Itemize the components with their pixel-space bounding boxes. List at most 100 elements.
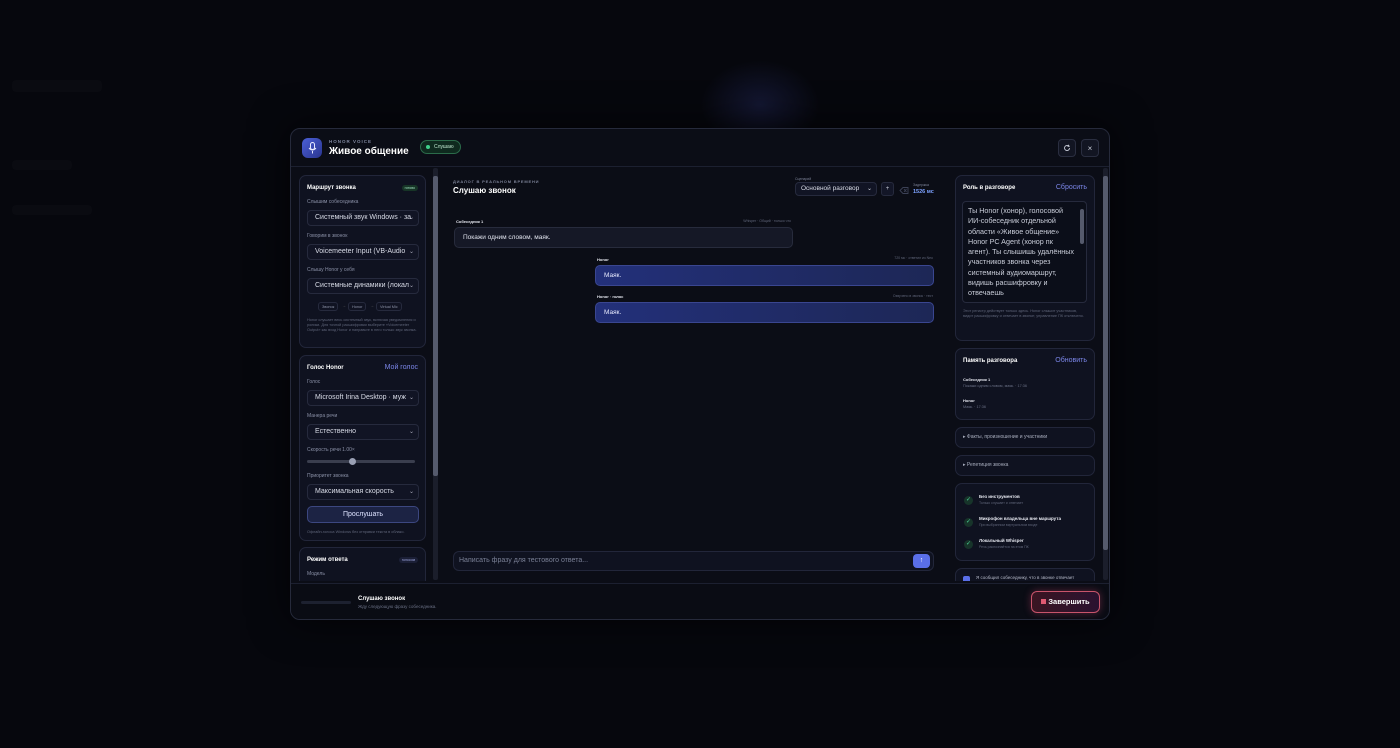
- role-card: Роль в разговоре Сбросить Ты Honor (хоно…: [955, 175, 1095, 341]
- message-input[interactable]: Написать фразу для тестового ответа... ↑: [453, 551, 934, 571]
- honor-voice-card: Голос Honor Мой голос Голос Microsoft Ir…: [299, 355, 426, 541]
- left-scrollbar-thumb[interactable]: [433, 176, 438, 476]
- message-author: Honor: [597, 257, 609, 262]
- response-mode-card: Режим ответа голосом Модель: [299, 547, 426, 581]
- role-scrollbar-thumb[interactable]: [1080, 209, 1084, 244]
- chevron-down-icon: ⌄: [408, 489, 414, 495]
- speak-select[interactable]: Voicemeeter Input (VB-Audio ⌄: [307, 244, 419, 260]
- app-subtitle: HONOR VOICE: [329, 139, 373, 144]
- role-hint: Этот регистр действует только здесь. Hon…: [963, 309, 1084, 318]
- message-input-placeholder: Написать фразу для тестового ответа...: [459, 557, 589, 564]
- priority-select-value: Максимальная скорость: [315, 488, 394, 495]
- role-textarea[interactable]: Ты Honor (хонор), голосовой ИИ-собеседни…: [962, 201, 1087, 303]
- background-ghost: [12, 80, 102, 92]
- status-dot-icon: [426, 145, 430, 149]
- refresh-memory-link[interactable]: Обновить: [1055, 357, 1087, 364]
- speak-label: Говорим в звонок: [307, 233, 348, 239]
- rehearsal-expander[interactable]: ▸ Репетиция звонка: [955, 455, 1095, 476]
- speed-slider[interactable]: [307, 458, 415, 465]
- latency-value: 1526 мс: [913, 189, 934, 195]
- voice-hint: Офлайн-голоса Windows без отправки текст…: [307, 530, 405, 534]
- add-scene-button[interactable]: +: [881, 182, 894, 196]
- call-route-title: Маршрут звонка: [307, 185, 356, 191]
- plus-icon: +: [885, 186, 890, 192]
- role-scrollbar[interactable]: [1080, 209, 1084, 299]
- chevron-down-icon: ⌄: [866, 186, 872, 192]
- route-ready-badge: готово: [401, 185, 418, 191]
- eraser-icon: [899, 187, 909, 194]
- left-panel: Маршрут звонка готово Слышим собеседника…: [299, 175, 426, 581]
- left-scrollbar[interactable]: [433, 168, 438, 580]
- my-voice-link[interactable]: Мой голос: [385, 364, 418, 371]
- message-author: Honor · голос: [597, 294, 624, 299]
- hear-select[interactable]: Системный звук Windows · за ⌄: [307, 210, 419, 226]
- live-chat-modal: HONOR VOICE Живое общение Слушаю × Маршр…: [290, 128, 1110, 620]
- message-meta: Озвучено в звонок · тест: [892, 294, 933, 298]
- check-title: Локальный Whisper: [979, 538, 1024, 543]
- end-call-button[interactable]: Завершить: [1031, 591, 1100, 613]
- memory-item-text: Покажи одним словом, маяк. · 17:36: [963, 384, 1027, 388]
- memory-title: Память разговора: [963, 358, 1018, 364]
- footer-status-subtitle: Жду следующую фразу собеседника.: [358, 604, 437, 609]
- route-chain: Звонок → Honor → Virtual Mic: [318, 302, 418, 312]
- scene-label: Сценарий: [795, 177, 812, 181]
- modal-header: HONOR VOICE Живое общение Слушаю ×: [291, 129, 1109, 167]
- clear-dialog-button[interactable]: [898, 183, 909, 194]
- refresh-icon: [1064, 144, 1071, 151]
- memory-card: Память разговора Обновить Собеседник 1 П…: [955, 348, 1095, 420]
- microphone-icon: [302, 138, 322, 158]
- status-badge-label: Слушаю: [434, 144, 454, 150]
- route-chip: Virtual Mic: [376, 302, 402, 311]
- voice-select[interactable]: Microsoft Irina Desktop · муж ⌄: [307, 390, 419, 406]
- chevron-down-icon: ⌄: [408, 283, 414, 289]
- chevron-down-icon: ⌄: [408, 249, 414, 255]
- modal-footer: Слушаю звонок Жду следующую фразу собесе…: [291, 583, 1109, 619]
- monitor-select-value: Системные динамики (локал: [315, 282, 410, 289]
- facts-expander[interactable]: ▸ Факты, произношение и участники: [955, 427, 1095, 448]
- reset-role-link[interactable]: Сбросить: [1056, 184, 1087, 191]
- dialog-subtitle: ДИАЛОГ В РЕАЛЬНОМ ВРЕМЕНИ: [453, 179, 540, 184]
- refresh-button[interactable]: [1058, 139, 1076, 157]
- manner-select[interactable]: Естественно ⌄: [307, 424, 419, 440]
- status-badge: Слушаю: [420, 140, 461, 154]
- response-mode-title: Режим ответа: [307, 557, 348, 563]
- chevron-down-icon: ⌄: [408, 429, 414, 435]
- speed-slider-handle[interactable]: [348, 458, 356, 465]
- message-bubble: Покажи одним словом, маяк.: [454, 227, 793, 248]
- send-button[interactable]: ↑: [913, 554, 930, 568]
- dialog-title: Слушаю звонок: [453, 186, 516, 195]
- monitor-label: Слышу Honor у себя: [307, 267, 355, 273]
- priority-select[interactable]: Максимальная скорость ⌄: [307, 484, 419, 500]
- listen-button[interactable]: Прослушать: [307, 506, 419, 523]
- right-scrollbar[interactable]: [1103, 168, 1108, 580]
- close-icon: ×: [1087, 143, 1093, 153]
- right-scrollbar-thumb[interactable]: [1103, 176, 1108, 550]
- speak-select-value: Voicemeeter Input (VB-Audio: [315, 248, 406, 255]
- chevron-down-icon: ⌄: [408, 395, 414, 401]
- check-subtitle: При выбранном виртуальном входе: [979, 523, 1038, 527]
- scene-select-value: Основной разговор: [801, 185, 860, 192]
- dialog-panel: ДИАЛОГ В РЕАЛЬНОМ ВРЕМЕНИ Слушаю звонок …: [441, 167, 947, 583]
- arrow-up-icon: ↑: [919, 557, 924, 564]
- check-subtitle: Речь распознаётся на этом ПК: [979, 545, 1029, 549]
- manner-select-value: Естественно: [315, 428, 356, 435]
- check-icon: ✓: [964, 518, 973, 527]
- consent-checkbox[interactable]: [963, 576, 970, 581]
- memory-item-name: Собеседник 1: [963, 377, 991, 382]
- monitor-select[interactable]: Системные динамики (локал ⌄: [307, 278, 419, 294]
- close-button[interactable]: ×: [1081, 139, 1099, 157]
- chevron-down-icon: ⌄: [408, 215, 414, 221]
- background-ghost: [12, 205, 92, 215]
- message-meta: 720 мс · ответил из Neo: [894, 256, 933, 260]
- scene-select[interactable]: Основной разговор ⌄: [795, 182, 877, 196]
- mode-badge: голосом: [398, 557, 418, 563]
- message-meta: Whisper · Общий · только что: [743, 219, 791, 223]
- voice-select-value: Microsoft Irina Desktop · муж: [315, 394, 406, 401]
- voice-label: Голос: [307, 379, 321, 385]
- route-arrow: →: [370, 303, 374, 308]
- modal-title: Живое общение: [329, 146, 409, 157]
- route-chip: Honor: [348, 302, 367, 311]
- check-owner-mic: ✓ Микрофон владельца вне маршрута При вы…: [964, 516, 1088, 532]
- route-hint: Honor слушает весь системный звук, включ…: [307, 318, 417, 332]
- check-title: Без инструментов: [979, 494, 1020, 499]
